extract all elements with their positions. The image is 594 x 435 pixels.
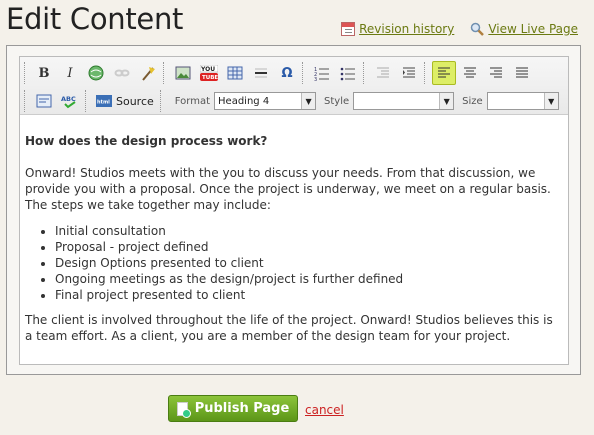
outdent-button[interactable] <box>371 61 395 85</box>
page-publish-icon <box>176 401 191 418</box>
svg-text:YOU: YOU <box>200 66 215 73</box>
chevron-down-icon[interactable]: ▼ <box>543 93 558 109</box>
image-icon <box>175 66 191 80</box>
toolbar-separator <box>302 62 307 84</box>
numbered-list-icon: 123 <box>314 67 329 81</box>
source-label: Source <box>116 94 154 108</box>
svg-text:TUBE: TUBE <box>202 75 218 81</box>
anchor-button[interactable] <box>136 61 160 85</box>
size-label: Size <box>462 95 483 107</box>
youtube-button[interactable]: YOU TUBE <box>197 61 221 85</box>
link-button[interactable] <box>84 61 108 85</box>
list-item: Initial consultation <box>55 223 560 239</box>
publish-page-button[interactable]: Publish Page <box>168 395 298 422</box>
align-left-button[interactable] <box>432 61 456 85</box>
outdent-icon <box>377 67 389 78</box>
html-source-icon: html <box>96 95 112 107</box>
cancel-link[interactable]: cancel <box>305 403 344 417</box>
indent-icon <box>403 67 415 78</box>
format-select-value: Heading 4 <box>218 95 270 107</box>
list-item: Final project presented to client <box>55 287 560 303</box>
globe-link-icon <box>88 65 104 81</box>
rich-text-editor: B I YOU TUBE Ω 1 2 3 ABC html Source For… <box>19 56 569 365</box>
horizontal-rule-icon <box>255 68 267 78</box>
form-button[interactable] <box>32 89 56 113</box>
youtube-icon: YOU TUBE <box>200 65 218 81</box>
align-center-icon <box>464 67 476 78</box>
indent-button[interactable] <box>397 61 421 85</box>
toolbar-separator <box>24 62 29 84</box>
spellcheck-icon: ABC <box>61 95 76 109</box>
form-icon <box>36 94 52 108</box>
horizontal-rule-button[interactable] <box>249 61 273 85</box>
flag-anchor-icon <box>142 67 155 81</box>
unlink-icon <box>114 69 130 77</box>
align-right-button[interactable] <box>484 61 508 85</box>
editor-content[interactable]: How does the design process work? Onward… <box>25 133 560 354</box>
table-icon <box>227 66 243 80</box>
svg-text:3: 3 <box>314 77 317 81</box>
italic-button[interactable]: I <box>58 61 82 85</box>
style-select[interactable]: ▼ <box>353 92 455 110</box>
content-closing: The client is involved throughout the li… <box>25 313 553 343</box>
view-live-page-link[interactable]: View Live Page <box>470 22 578 36</box>
style-label: Style <box>324 95 350 107</box>
toolbar-separator <box>163 62 168 84</box>
align-justify-icon <box>516 67 528 78</box>
spellcheck-button[interactable]: ABC <box>58 89 82 113</box>
image-button[interactable] <box>171 61 195 85</box>
steps-list: Initial consultation Proposal - project … <box>55 223 560 303</box>
toolbar-row-1: B I YOU TUBE Ω 1 2 3 <box>22 59 535 87</box>
revision-history-link[interactable]: Revision history <box>341 22 454 36</box>
special-char-button[interactable]: Ω <box>275 61 299 85</box>
magnifier-icon <box>471 22 485 36</box>
format-select[interactable]: Heading 4 ▼ <box>214 92 317 110</box>
view-live-page-label[interactable]: View Live Page <box>488 22 578 36</box>
bulleted-list-icon <box>340 67 355 81</box>
svg-text:html: html <box>97 100 110 106</box>
table-button[interactable] <box>223 61 247 85</box>
format-label: Format <box>174 95 211 107</box>
numbered-list-button[interactable]: 123 <box>310 61 334 85</box>
toolbar-separator <box>363 62 368 84</box>
editor-panel: B I YOU TUBE Ω 1 2 3 ABC html Source For… <box>6 45 581 375</box>
align-center-button[interactable] <box>458 61 482 85</box>
list-item: Ongoing meetings as the design/project i… <box>55 271 560 287</box>
source-button[interactable]: html Source <box>92 89 158 113</box>
toolbar-separator <box>24 90 29 112</box>
revision-history-label[interactable]: Revision history <box>359 22 454 36</box>
toolbar-row-2: ABC html Source Format Heading 4 ▼ Style… <box>22 87 559 115</box>
align-right-icon <box>490 67 502 78</box>
list-item: Proposal - project defined <box>55 239 560 255</box>
size-select[interactable]: ▼ <box>486 92 559 110</box>
chevron-down-icon[interactable]: ▼ <box>439 93 454 109</box>
align-justify-button[interactable] <box>510 61 534 85</box>
content-intro: Onward! Studios meets with the you to di… <box>25 166 551 212</box>
chevron-down-icon[interactable]: ▼ <box>301 93 316 109</box>
bold-button[interactable]: B <box>32 61 56 85</box>
toolbar-separator <box>85 90 90 112</box>
toolbar-separator <box>424 62 429 84</box>
header-links: Revision history View Live Page <box>341 22 578 36</box>
publish-page-label: Publish Page <box>194 401 290 416</box>
calendar-edit-icon <box>341 22 356 36</box>
align-left-icon <box>438 67 450 78</box>
toolbar-separator <box>159 90 165 112</box>
list-item: Design Options presented to client <box>55 255 560 271</box>
unlink-button[interactable] <box>110 61 134 85</box>
content-heading: How does the design process work? <box>25 134 268 148</box>
bulleted-list-button[interactable] <box>336 61 360 85</box>
page-title: Edit Content <box>6 2 184 36</box>
editor-toolbar: B I YOU TUBE Ω 1 2 3 ABC html Source For… <box>20 57 568 115</box>
